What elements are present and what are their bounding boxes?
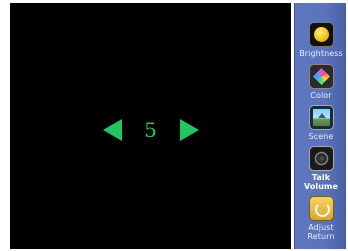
scene-label: Scene — [308, 132, 334, 141]
color-button[interactable]: Color — [295, 64, 347, 100]
video-display-area: 5 — [10, 3, 291, 249]
increase-arrow-icon[interactable] — [179, 119, 199, 141]
adjust-return-button[interactable]: Adjust Return — [295, 196, 347, 241]
brightness-label: Brightness — [299, 49, 343, 58]
return-icon — [308, 196, 334, 221]
speaker-icon — [308, 146, 334, 171]
adjust-return-label-line1: Adjust — [308, 223, 334, 232]
decrease-arrow-icon[interactable] — [102, 119, 122, 141]
talk-volume-label: Talk Volume — [304, 173, 338, 191]
talk-volume-button[interactable]: Talk Volume — [295, 146, 347, 191]
sun-icon — [308, 22, 334, 47]
scene-house-icon — [308, 105, 334, 130]
scene-button[interactable]: Scene — [295, 105, 347, 141]
color-label: Color — [310, 91, 332, 100]
adjust-return-label: Adjust Return — [307, 223, 334, 241]
adjust-value: 5 — [144, 118, 157, 142]
adjust-return-label-line2: Return — [307, 232, 335, 241]
value-adjuster: 5 — [10, 117, 291, 143]
settings-sidebar: Brightness Color Scene Talk Volume Adjus… — [294, 3, 346, 249]
talk-volume-label-line2: Volume — [303, 182, 339, 191]
brightness-button[interactable]: Brightness — [295, 22, 347, 58]
color-cube-icon — [308, 64, 334, 89]
talk-volume-label-line1: Talk — [311, 173, 331, 182]
